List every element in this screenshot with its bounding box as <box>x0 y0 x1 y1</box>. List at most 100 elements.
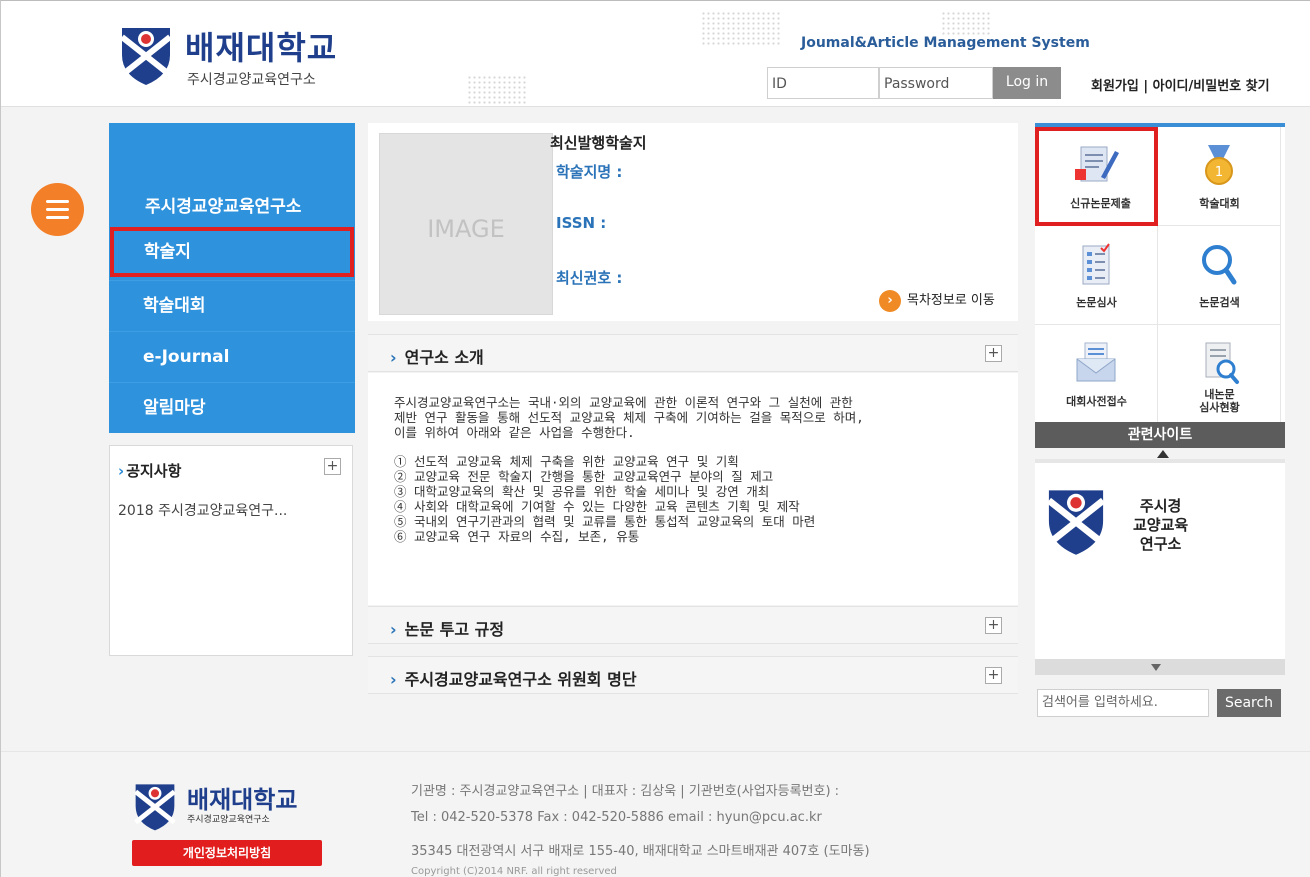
university-logo[interactable]: 배재대학교 주시경교양교육연구소 <box>119 23 379 93</box>
expand-committee-button[interactable]: + <box>985 667 1002 684</box>
id-field[interactable]: ID <box>767 67 879 99</box>
nav-item-notices[interactable]: 알림마당 <box>109 382 355 432</box>
section-title: › 논문 투고 규정 <box>390 616 504 640</box>
intro-list-item: ⑤ 국내외 연구기관과의 협력 및 교류를 통한 통섭적 교양교육의 토대 마련 <box>394 514 816 529</box>
menu-toggle-button[interactable] <box>31 183 84 236</box>
quick-search[interactable]: 논문검색 <box>1158 226 1281 325</box>
quick-menu: 신규논문제출 1 학술대회 논문심사 논문검색 대회사전접수 내논문 심사현황 <box>1035 123 1285 447</box>
arrow-circle-icon: › <box>879 289 901 312</box>
notice-box: › 공지사항 + 2018 주시경교양교육연구... <box>109 445 353 656</box>
intro-list-item: ① 선도적 교양교육 체제 구축을 위한 교양교육 연구 및 기획 <box>394 454 739 469</box>
footer-address: 35345 대전광역시 서구 배재로 155-40, 배재대학교 스마트배재관 … <box>411 844 870 859</box>
footer: 배재대학교 주시경교양교육연구소 개인정보처리방침 기관명 : 주시경교양교육연… <box>1 751 1310 877</box>
section-committee-title: 주시경교양교육연구소 위원회 명단 <box>404 670 637 689</box>
chevron-right-icon: › <box>118 462 125 480</box>
latest-issue-label: 최신권호 : <box>556 269 623 287</box>
quick-label: 논문검색 <box>1199 296 1240 309</box>
document-pen-icon <box>1075 146 1119 182</box>
quick-label: 논문심사 <box>1076 296 1117 309</box>
nav-item-journal[interactable]: 학술지 <box>110 227 354 277</box>
quick-conference[interactable]: 1 학술대회 <box>1158 127 1281 226</box>
password-field[interactable]: Password <box>879 67 993 99</box>
journal-cover-image: IMAGE <box>379 133 553 315</box>
intro-list-item: ④ 사회와 대학교육에 기여할 수 있는 다양한 교육 콘텐츠 기획 및 제작 <box>394 499 800 514</box>
page: 배재대학교 주시경교양교육연구소 Joumal&Article Manageme… <box>0 0 1310 877</box>
notice-more-button[interactable]: + <box>324 458 341 475</box>
svg-text:1: 1 <box>1215 165 1223 180</box>
related-site-name: 주시경 교양교육 연구소 <box>1133 497 1189 553</box>
document-search-icon <box>1205 342 1239 384</box>
quick-my-review-status[interactable]: 내논문 심사현황 <box>1158 325 1281 425</box>
notice-title: › 공지사항 <box>118 460 181 481</box>
login-button[interactable]: Log in <box>993 67 1061 99</box>
shield-logo-icon <box>1046 490 1106 555</box>
logo-subtitle: 주시경교양교육연구소 <box>187 72 316 88</box>
hamburger-icon-bar <box>46 200 69 203</box>
decor-dots <box>941 11 991 37</box>
chevron-right-icon: › <box>390 670 397 689</box>
search-input[interactable]: 검색어를 입력하세요. <box>1037 689 1209 717</box>
related-site-banner[interactable]: 주시경 교양교육 연구소 <box>1035 459 1285 659</box>
intro-list-item: ② 교양교육 전문 학술지 간행을 통한 교양교육연구 분야의 질 제고 <box>394 469 774 484</box>
chevron-right-icon: › <box>390 348 397 367</box>
quick-label: 내논문 심사현황 <box>1199 388 1240 414</box>
notice-item[interactable]: 2018 주시경교양교육연구... <box>118 500 287 520</box>
footer-copyright: Copyright (C)2014 NRF. all right reserve… <box>411 866 617 877</box>
section-submission-header[interactable]: › 논문 투고 규정 + <box>368 606 1018 644</box>
nav-item-conference[interactable]: 학술대회 <box>109 280 355 330</box>
intro-list-item: ⑥ 교양교육 연구 자료의 수집, 보존, 유통 <box>394 529 640 544</box>
logo-name: 배재대학교 <box>185 29 338 67</box>
intro-list: ① 선도적 교양교육 체제 구축을 위한 교양교육 연구 및 기획 ② 교양교육… <box>394 454 992 544</box>
intro-content: 주시경교양교육연구소는 국내·외의 교양교육에 관한 이론적 연구와 그 실천에… <box>368 373 1018 605</box>
expand-intro-button[interactable]: + <box>985 345 1002 362</box>
left-navigation: 주시경교양교육연구소 학술지 학술대회 e-Journal 알림마당 <box>109 123 355 433</box>
section-title: › 주시경교양교육연구소 위원회 명단 <box>390 666 637 690</box>
shield-logo-icon <box>120 28 172 85</box>
system-title: Joumal&Article Management System <box>801 35 1090 51</box>
nav-title[interactable]: 주시경교양교육연구소 <box>145 192 301 217</box>
toc-link[interactable]: › 목차정보로 이동 <box>879 289 995 312</box>
envelope-icon <box>1076 342 1116 382</box>
nav-item-ejournal[interactable]: e-Journal <box>109 331 355 381</box>
footer-logo-name: 배재대학교 <box>187 786 298 814</box>
toc-link-label: 목차정보로 이동 <box>907 293 995 308</box>
section-intro-title: 연구소 소개 <box>404 348 484 367</box>
quick-label: 신규논문제출 <box>1070 197 1131 210</box>
hamburger-icon-bar <box>46 216 69 219</box>
journal-name-label: 학술지명 : <box>556 163 623 181</box>
hamburger-icon-bar <box>46 208 69 211</box>
decor-dots <box>701 11 781 47</box>
chevron-right-icon: › <box>390 620 397 639</box>
section-committee-header[interactable]: › 주시경교양교육연구소 위원회 명단 + <box>368 656 1018 694</box>
related-sites-bar: 관련사이트 <box>1035 422 1285 448</box>
expand-submission-button[interactable]: + <box>985 617 1002 634</box>
account-links[interactable]: 회원가입 | 아이디/비밀번호 찾기 <box>1091 75 1270 94</box>
shield-logo-icon <box>134 784 176 831</box>
checklist-icon <box>1082 243 1110 285</box>
quick-new-submission[interactable]: 신규논문제출 <box>1035 127 1158 226</box>
privacy-policy-button[interactable]: 개인정보처리방침 <box>132 840 322 866</box>
section-submission-title: 논문 투고 규정 <box>404 620 505 639</box>
scroll-down-icon[interactable] <box>1151 664 1161 671</box>
footer-contact: Tel : 042-520-5378 Fax : 042-520-5886 em… <box>411 810 822 825</box>
issn-label: ISSN : <box>556 214 607 232</box>
decor-dots <box>467 75 527 105</box>
footer-logo-subtitle: 주시경교양교육연구소 <box>187 815 270 825</box>
section-title: › 연구소 소개 <box>390 344 484 368</box>
intro-list-item: ③ 대학교양교육의 확산 및 공유를 위한 학술 세미나 및 강연 개최 <box>394 484 770 499</box>
quick-label: 대회사전접수 <box>1066 395 1127 408</box>
search-button[interactable]: Search <box>1217 689 1281 717</box>
medal-icon: 1 <box>1205 145 1233 185</box>
latest-journal-panel: IMAGE 최신발행학술지 학술지명 : ISSN : 최신권호 : › 목차정보… <box>368 123 1018 321</box>
magnifier-icon <box>1202 245 1237 285</box>
notice-title-label: 공지사항 <box>126 462 182 480</box>
intro-paragraph: 주시경교양교육연구소는 국내·외의 교양교육에 관한 이론적 연구와 그 실천에… <box>394 395 864 440</box>
scroll-up-icon[interactable] <box>1157 450 1169 458</box>
header: 배재대학교 주시경교양교육연구소 Joumal&Article Manageme… <box>1 1 1310 107</box>
quick-review[interactable]: 논문심사 <box>1035 226 1158 325</box>
latest-title: 최신발행학술지 <box>550 134 647 152</box>
quick-preregistration[interactable]: 대회사전접수 <box>1035 325 1158 425</box>
footer-org-info: 기관명 : 주시경교양교육연구소 | 대표자 : 김상욱 | 기관번호(사업자등… <box>411 784 840 799</box>
quick-label: 학술대회 <box>1199 197 1240 210</box>
section-intro-header[interactable]: › 연구소 소개 + <box>368 334 1018 372</box>
